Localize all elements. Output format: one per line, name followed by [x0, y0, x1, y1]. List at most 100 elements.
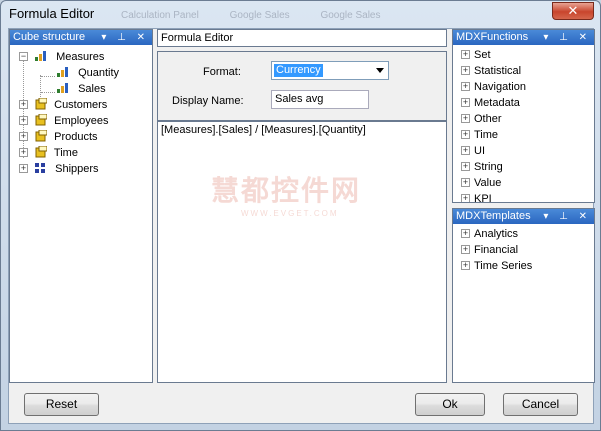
function-category-label: Time: [474, 129, 499, 141]
editor-form: Format: Currency Display Name: Sales avg: [157, 51, 447, 121]
tree-node-label: Employees: [54, 115, 109, 127]
expand-icon[interactable]: +: [19, 99, 28, 109]
tree-node-label: Measures: [56, 51, 105, 63]
tree-node-measures[interactable]: − Measures: [19, 49, 104, 65]
grid-icon: [35, 162, 47, 174]
expand-icon[interactable]: +: [461, 81, 470, 91]
function-category[interactable]: + Statistical: [461, 63, 521, 79]
function-category[interactable]: + Other: [461, 111, 502, 127]
expand-icon[interactable]: +: [19, 147, 28, 157]
background-tabs: Calculation Panel Google Sales Google Sa…: [121, 10, 408, 21]
tree-node-time[interactable]: + Time: [19, 145, 78, 161]
expand-icon[interactable]: +: [461, 145, 470, 155]
function-category-label: Statistical: [474, 65, 522, 77]
mdx-functions-header[interactable]: MDXFunctions ▾ ⊥ ✕: [453, 30, 594, 45]
format-selected-value: Currency: [274, 64, 323, 77]
expand-icon[interactable]: +: [461, 260, 470, 270]
title-bar[interactable]: Formula Editor Calculation Panel Google …: [1, 1, 600, 28]
expand-icon[interactable]: +: [19, 115, 28, 125]
expand-icon[interactable]: +: [461, 65, 470, 75]
ghost-tab: Google Sales: [320, 10, 381, 21]
display-name-label: Display Name:: [172, 95, 244, 107]
dimension-icon: [35, 113, 48, 126]
dimension-icon: [35, 97, 48, 110]
expand-icon[interactable]: +: [19, 163, 28, 173]
mdx-templates-header[interactable]: MDXTemplates ▾ ⊥ ✕: [453, 209, 594, 224]
function-category[interactable]: + UI: [461, 143, 485, 159]
ghost-tab: Google Sales: [229, 10, 290, 21]
expand-icon[interactable]: +: [461, 193, 470, 202]
function-category-label: KPI: [474, 193, 492, 203]
tree-node-products[interactable]: + Products: [19, 129, 98, 145]
formula-textarea[interactable]: [Measures].[Sales] / [Measures].[Quantit…: [157, 121, 447, 383]
template-category-label: Time Series: [474, 260, 533, 272]
tree-node-quantity[interactable]: Quantity: [57, 65, 119, 81]
format-select[interactable]: Currency: [271, 61, 389, 80]
ghost-tab: Calculation Panel: [121, 10, 199, 21]
function-category-label: Value: [474, 177, 502, 189]
tree-node-label: Products: [54, 131, 98, 143]
expand-icon[interactable]: +: [461, 177, 470, 187]
tree-node-label: Shippers: [55, 163, 99, 175]
template-category[interactable]: + Analytics: [461, 226, 518, 242]
panel-controls[interactable]: ▾ ⊥ ✕: [543, 30, 591, 45]
expand-icon[interactable]: +: [461, 228, 470, 238]
window-close-button[interactable]: ✕: [552, 2, 594, 20]
function-category[interactable]: + String: [461, 159, 503, 175]
expand-icon[interactable]: +: [19, 131, 28, 141]
editor-title: Formula Editor: [161, 32, 234, 44]
formula-editor-window: Formula Editor Calculation Panel Google …: [0, 0, 601, 431]
close-icon: ✕: [567, 3, 579, 18]
function-category-label: Set: [474, 49, 491, 61]
dialog-client-area: Cube structure ▾ ⊥ ✕ − Measures Quantity: [8, 28, 595, 424]
mdx-functions-title: MDXFunctions: [456, 31, 529, 43]
function-category[interactable]: + Metadata: [461, 95, 520, 111]
tree-node-employees[interactable]: + Employees: [19, 113, 109, 129]
function-category[interactable]: + Set: [461, 47, 491, 63]
tree-guide: [41, 76, 55, 77]
tree-node-customers[interactable]: + Customers: [19, 97, 107, 113]
window-title: Formula Editor: [9, 6, 95, 21]
watermark: 慧都控件网 WWW.EVGET.COM: [211, 169, 361, 218]
function-category-label: Navigation: [474, 81, 526, 93]
function-category[interactable]: + Time: [461, 127, 498, 143]
function-category-label: String: [474, 161, 503, 173]
display-name-input[interactable]: Sales avg: [271, 90, 369, 109]
tree-node-shippers[interactable]: + Shippers: [19, 161, 99, 177]
reset-button[interactable]: Reset: [24, 393, 99, 416]
format-label: Format:: [203, 66, 241, 78]
measure-icon: [57, 83, 69, 94]
tree-node-sales[interactable]: Sales: [57, 81, 106, 97]
expand-icon[interactable]: +: [461, 161, 470, 171]
chevron-down-icon[interactable]: [376, 68, 384, 73]
tree-node-label: Sales: [78, 83, 106, 95]
function-category-label: Other: [474, 113, 502, 125]
tree-guide: [41, 92, 55, 93]
mdx-templates-title: MDXTemplates: [456, 210, 531, 222]
panel-controls[interactable]: ▾ ⊥ ✕: [543, 209, 591, 224]
watermark-url: WWW.EVGET.COM: [241, 209, 339, 218]
formula-text: [Measures].[Sales] / [Measures].[Quantit…: [161, 124, 366, 136]
function-category[interactable]: + KPI: [461, 191, 492, 203]
expand-icon[interactable]: +: [461, 129, 470, 139]
collapse-icon[interactable]: −: [19, 51, 28, 61]
dimension-icon: [35, 129, 48, 142]
mdx-functions-panel: MDXFunctions ▾ ⊥ ✕ + Set + Statistical + Na…: [452, 29, 595, 203]
panel-controls[interactable]: ▾ ⊥ ✕: [101, 30, 149, 45]
dimension-icon: [35, 145, 48, 158]
cancel-button[interactable]: Cancel: [503, 393, 578, 416]
measure-icon: [57, 67, 69, 78]
expand-icon[interactable]: +: [461, 97, 470, 107]
template-category-label: Analytics: [474, 228, 519, 240]
expand-icon[interactable]: +: [461, 244, 470, 254]
ok-button[interactable]: Ok: [415, 393, 485, 416]
expand-icon[interactable]: +: [461, 113, 470, 123]
cube-structure-header[interactable]: Cube structure ▾ ⊥ ✕: [10, 30, 152, 45]
template-category[interactable]: + Time Series: [461, 258, 532, 274]
template-category[interactable]: + Financial: [461, 242, 518, 258]
function-category[interactable]: + Navigation: [461, 79, 526, 95]
cube-structure-panel: Cube structure ▾ ⊥ ✕ − Measures Quantity: [9, 29, 153, 383]
watermark-text: 慧都控件网: [211, 175, 362, 206]
expand-icon[interactable]: +: [461, 49, 470, 59]
function-category[interactable]: + Value: [461, 175, 501, 191]
